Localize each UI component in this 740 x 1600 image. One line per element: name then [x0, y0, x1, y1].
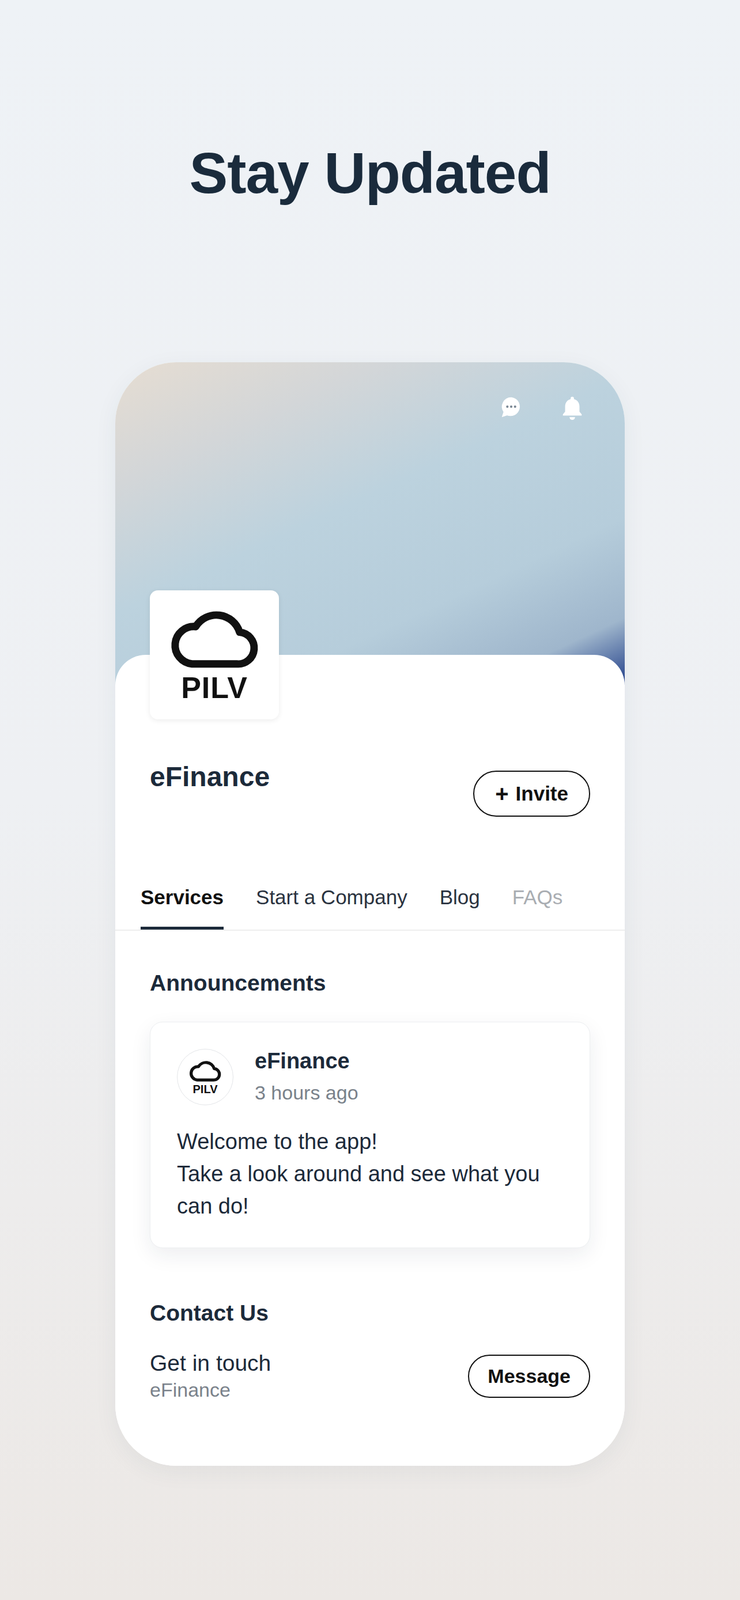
contact-sub: eFinance [149, 1377, 271, 1404]
post-time: 3 hours ago [254, 1079, 359, 1108]
phone-mockup: PILV eFinance + Invite Services Start a C… [115, 362, 625, 1467]
page-title: Stay Updated [189, 136, 551, 210]
contact-text: Get in touch eFinance [149, 1350, 271, 1404]
plus-icon: + [495, 782, 509, 806]
bell-icon[interactable] [559, 394, 586, 421]
post-author: eFinance [254, 1048, 359, 1075]
invite-button[interactable]: + Invite [473, 771, 591, 818]
post-meta: eFinance 3 hours ago [254, 1048, 359, 1108]
cloud-icon [167, 606, 262, 672]
tab-bar: Services Start a Company Blog FAQs [115, 874, 625, 932]
announcements-title: Announcements [149, 969, 591, 998]
author-avatar: PILV [176, 1049, 234, 1106]
contact-title: Contact Us [149, 1300, 591, 1328]
company-logo: PILV [149, 590, 279, 720]
post-header: PILV eFinance 3 hours ago [176, 1048, 564, 1108]
post-line: Take a look around and see what you can … [176, 1158, 564, 1223]
tab[interactable]: Services [140, 874, 224, 931]
cloud-icon [188, 1059, 222, 1084]
screen: Stay Updated PILV eFinance + Invite Serv… [0, 0, 740, 1600]
header-actions [497, 394, 586, 421]
message-button[interactable]: Message [467, 1355, 591, 1399]
profile-panel: PILV eFinance + Invite Services Start a C… [115, 655, 625, 1467]
content: Announcements PILV eFinance 3 hours ago … [115, 931, 625, 1404]
chat-icon[interactable] [497, 394, 525, 421]
announcement-card[interactable]: PILV eFinance 3 hours ago Welcome to the… [149, 1022, 591, 1249]
tab[interactable]: Blog [439, 874, 481, 931]
profile-row: eFinance + Invite [149, 760, 591, 818]
tab[interactable]: FAQs [512, 874, 564, 931]
profile-name: eFinance [149, 760, 270, 795]
post-line: Welcome to the app! [176, 1126, 564, 1159]
tab[interactable]: Start a Company [255, 874, 408, 931]
post-body: Welcome to the app!Take a look around an… [176, 1126, 564, 1223]
contact-row: Get in touch eFinance Message [149, 1350, 591, 1404]
logo-text: PILV [180, 671, 248, 705]
avatar-text: PILV [193, 1083, 218, 1097]
contact-line: Get in touch [149, 1350, 271, 1378]
